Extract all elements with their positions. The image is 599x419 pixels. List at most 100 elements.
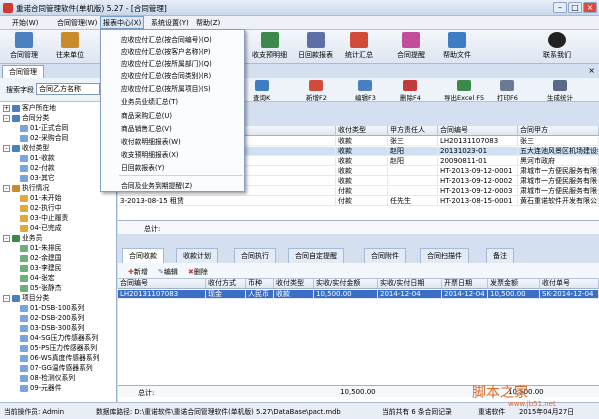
menu-help[interactable]: 帮助(Z) — [196, 18, 220, 28]
menu-item-report-10[interactable]: 收支预明细报表(X) — [121, 149, 179, 159]
tree-node[interactable]: 01-收款 — [20, 154, 55, 163]
column-header[interactable]: 甲方责任人 — [388, 126, 438, 136]
detail-add-button[interactable]: ✚新增 — [128, 267, 148, 277]
tree-node[interactable]: 01-朱排民 — [20, 244, 62, 253]
tab-custom-reminder[interactable]: 合同自定提醒 — [288, 248, 344, 263]
edit-button[interactable]: 编辑F3 — [355, 80, 376, 102]
tree-node[interactable]: 01-正式合同 — [20, 124, 68, 133]
close-button[interactable]: × — [583, 2, 597, 13]
tree-node[interactable]: 05-PS压力传感器系列 — [20, 344, 97, 353]
menu-item-report-4[interactable]: 应收应付汇总(按合同类别)(R) — [121, 70, 211, 80]
menu-item-report-1[interactable]: 应收应付汇总(按合同编号)(O) — [121, 34, 212, 44]
tree-node[interactable]: - 收付类型 — [3, 144, 49, 153]
collapse-icon[interactable]: - — [3, 144, 10, 152]
column-header[interactable]: 合同编号 — [438, 126, 518, 136]
column-header[interactable]: 开票日期 — [442, 279, 488, 289]
search-field-select[interactable]: 合同乙方名称 — [36, 83, 100, 95]
menu-contract[interactable]: 合同管理(W) — [57, 18, 97, 28]
generate-stats-button[interactable]: 生成统计 — [547, 80, 573, 102]
menu-start[interactable]: 开始(W) — [12, 18, 38, 28]
tree-node[interactable]: 08-检测仪系列 — [20, 374, 75, 383]
tab-notes[interactable]: 备注 — [486, 248, 514, 263]
tab-attachments[interactable]: 合同附件 — [364, 248, 406, 263]
menu-item-report-2[interactable]: 应收应付汇总(按客户名称)(P) — [121, 46, 210, 56]
tree-node[interactable]: 04-SG压力传感器系列 — [20, 334, 98, 343]
tree-node[interactable]: 03-中止履责 — [20, 214, 68, 223]
toolbar-stats-button[interactable]: 统计汇总 — [345, 32, 373, 60]
tree-node[interactable]: 04-张宏 — [20, 274, 55, 283]
tree-node[interactable]: 03-其它 — [20, 174, 55, 183]
column-header[interactable]: 发票金额 — [488, 279, 540, 289]
column-header[interactable]: 币种 — [246, 279, 274, 289]
tree-node[interactable]: 01-DSB-100系列 — [20, 304, 84, 313]
collapse-icon[interactable]: - — [3, 114, 10, 122]
column-header[interactable]: 合同甲方 — [518, 126, 599, 136]
menu-item-report-9[interactable]: 收付款明细报表(W) — [121, 136, 181, 146]
maximize-button[interactable]: □ — [568, 2, 582, 13]
menu-item-report-5[interactable]: 应收应付汇总(按所属项目)(S) — [121, 83, 211, 93]
tree-node[interactable]: - 项目分类 — [3, 294, 49, 303]
tree-node[interactable]: 02-余建国 — [20, 254, 62, 263]
tree-node[interactable]: 07-GG温传感器系列 — [20, 364, 93, 373]
table-cell: 收款 — [274, 290, 314, 299]
collapse-icon[interactable]: - — [3, 184, 10, 192]
toolbar-partner-button[interactable]: 往来单位 — [56, 32, 84, 60]
tree-node[interactable]: 05-张静杰 — [20, 284, 62, 293]
column-header[interactable]: 实收/实付日期 — [378, 279, 442, 289]
tab-scans[interactable]: 合同扫描件 — [420, 248, 469, 263]
minimize-button[interactable]: – — [553, 2, 567, 13]
table-row[interactable]: LH20131107083 现金 人民币 收款 10,500.00 2014-12-04 2… — [118, 290, 599, 299]
tree-node[interactable]: - 执行情况 — [3, 184, 49, 193]
column-header[interactable]: 实收/实付金额 — [314, 279, 378, 289]
tab-receipt-plan[interactable]: 收款计划 — [176, 248, 218, 263]
collapse-icon[interactable]: - — [3, 234, 10, 242]
tab-contract-receipts[interactable]: 合同收款 — [122, 248, 164, 263]
export-excel-button[interactable]: 导出Excel F5 — [444, 80, 484, 102]
column-header[interactable]: 收付方式 — [206, 279, 246, 289]
query-button[interactable]: 查询K — [253, 80, 270, 102]
toolbar-contact-button[interactable]: 联系我们 — [543, 32, 571, 60]
print-button[interactable]: 打印F6 — [497, 80, 518, 102]
column-header[interactable]: 收付单号 — [540, 279, 599, 289]
tree-node-label: 01-朱排民 — [30, 244, 62, 252]
tree-node[interactable]: 02-DSB-200系列 — [20, 314, 84, 323]
column-header[interactable]: 合同编号 — [118, 279, 206, 289]
detail-edit-button[interactable]: ✎编辑 — [158, 267, 178, 277]
tree-node[interactable]: 02-付款 — [20, 164, 55, 173]
tree-node[interactable]: 02-执行中 — [20, 204, 62, 213]
menu-settings[interactable]: 系统设置(Y) — [151, 18, 189, 28]
close-icon[interactable]: × — [588, 66, 595, 75]
tree-node[interactable]: 01-未开始 — [20, 194, 62, 203]
menu-reports[interactable]: 报表中心(X) — [100, 16, 145, 29]
tree-node[interactable]: - 业务员 — [3, 234, 42, 243]
tab-contract-execution[interactable]: 合同执行 — [234, 248, 276, 263]
toolbar-help-button[interactable]: 帮助文件 — [443, 32, 471, 60]
menu-item-report-11[interactable]: 日回款报表(Y) — [121, 162, 164, 172]
tree-node[interactable]: 04-已完成 — [20, 224, 62, 233]
tree-node[interactable]: 03-李建民 — [20, 264, 62, 273]
column-header[interactable]: 收付类型 — [274, 279, 314, 289]
tree-node[interactable]: 06-WS真度传感器系列 — [20, 354, 99, 363]
add-button[interactable]: 新增F2 — [306, 80, 327, 102]
tree-node[interactable]: 03-DSB-300系列 — [20, 324, 84, 333]
menu-item-report-8[interactable]: 商品销售汇总(V) — [121, 123, 172, 133]
tree-node[interactable]: - 合同分类 — [3, 114, 49, 123]
collapse-icon[interactable]: - — [3, 294, 10, 302]
toolbar-contract-button[interactable]: 合同管理 — [10, 32, 38, 60]
tree-node[interactable]: + 客户所在地 — [3, 104, 56, 113]
tree-node[interactable]: 09-元器件 — [20, 384, 62, 393]
menu-item-report-6[interactable]: 业务员业绩汇总(T) — [121, 96, 178, 106]
menu-item-report-7[interactable]: 商品采购汇总(U) — [121, 110, 172, 120]
toolbar-ledger-button[interactable]: 收支预明细 — [252, 32, 287, 60]
delete-button[interactable]: 删除F4 — [400, 80, 421, 102]
toolbar-daily-report-button[interactable]: 日回款报表 — [298, 32, 333, 60]
column-header[interactable]: 收付类型 — [336, 126, 388, 136]
toolbar-reminder-button[interactable]: 合同提醒 — [397, 32, 425, 60]
table-row[interactable]: 3-2013-08-15 租赁 付款 任先生 HT-2013-08-15-0001 黄石… — [118, 197, 599, 206]
tree-node[interactable]: 02-采购合同 — [20, 134, 68, 143]
menu-item-report-3[interactable]: 应收应付汇总(按所属部门)(Q) — [121, 58, 212, 68]
detail-delete-button[interactable]: ✖删除 — [188, 267, 208, 277]
tab-contract-management[interactable]: 合同管理 — [2, 65, 44, 78]
menu-item-report-12[interactable]: 合同及业务到期提醒(Z) — [121, 180, 192, 190]
expand-icon[interactable]: + — [3, 104, 10, 112]
